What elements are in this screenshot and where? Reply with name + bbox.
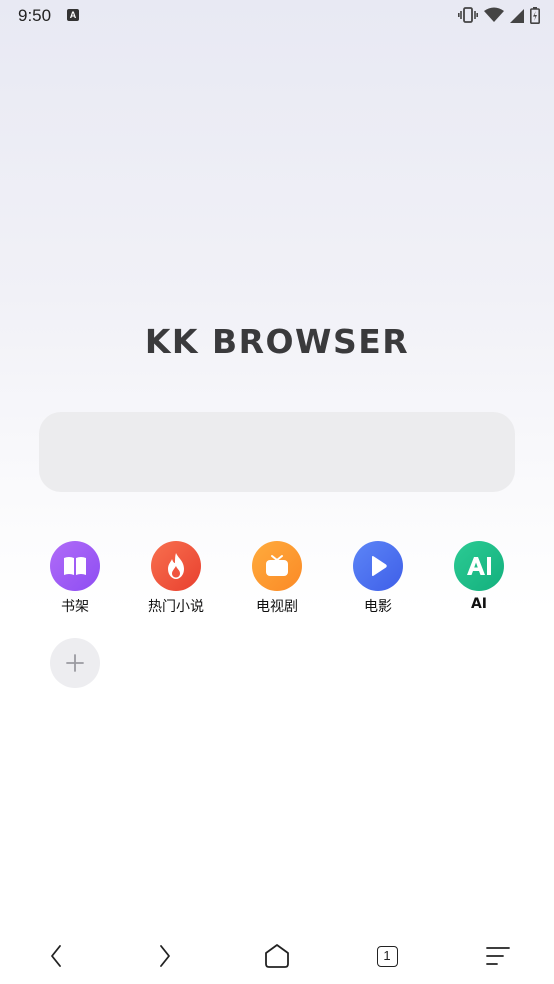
shortcut-label: 电影 (364, 599, 392, 615)
shortcut-circle (454, 541, 504, 591)
shortcut-hot-novels[interactable]: 热门小说 (126, 541, 226, 616)
vibrate-icon (458, 7, 478, 23)
home-button[interactable] (259, 938, 295, 974)
status-icons (458, 6, 540, 24)
flame-icon (168, 553, 184, 579)
battery-icon (530, 6, 540, 24)
shortcut-circle (252, 541, 302, 591)
shortcut-grid: 书架 热门小说 电视剧 电影 AI (25, 541, 529, 621)
signal-icon (510, 8, 524, 23)
tv-icon (266, 555, 288, 576)
shortcut-label: 热门小说 (148, 599, 204, 615)
shortcut-circle (353, 541, 403, 591)
home-icon (265, 944, 289, 968)
back-icon (51, 945, 61, 967)
shortcut-circle (151, 541, 201, 591)
shortcut-tv-series[interactable]: 电视剧 (227, 541, 327, 616)
plus-icon (66, 654, 84, 672)
forward-icon (160, 945, 170, 967)
shortcut-circle (50, 541, 100, 591)
bottom-nav: 1 (0, 924, 554, 984)
ai-icon (467, 557, 491, 575)
shortcut-bookshelf[interactable]: 书架 (25, 541, 125, 616)
status-bar: 9:50 A (0, 0, 554, 32)
tabs-button[interactable]: 1 (369, 938, 405, 974)
wifi-icon (484, 7, 504, 22)
status-time: 9:50 (18, 6, 52, 25)
menu-button[interactable] (480, 938, 516, 974)
add-shortcut-button[interactable] (50, 638, 100, 688)
menu-icon (486, 947, 510, 965)
notification-a-icon: A (67, 9, 79, 21)
tab-count: 1 (376, 945, 398, 967)
shortcut-label: 电视剧 (256, 599, 298, 615)
play-icon (372, 556, 387, 576)
app-logo: KK BROWSER (144, 322, 410, 361)
back-button[interactable] (38, 938, 74, 974)
shortcut-label: 书架 (61, 599, 89, 615)
book-icon (64, 557, 86, 575)
search-input[interactable] (39, 412, 515, 492)
shortcut-ai[interactable]: AI (429, 541, 529, 612)
shortcut-label: AI (470, 596, 488, 612)
shortcut-movies[interactable]: 电影 (328, 541, 428, 616)
forward-button[interactable] (147, 938, 183, 974)
